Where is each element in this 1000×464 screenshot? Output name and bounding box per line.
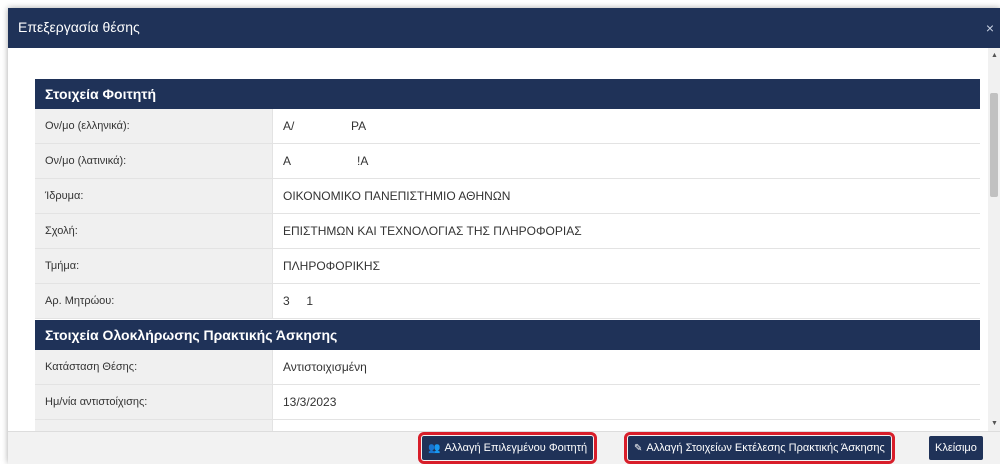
completion-row-partial <box>35 420 980 431</box>
row-value: ΠΛΗΡΟΦΟΡΙΚΗΣ <box>283 259 381 273</box>
completion-row-status: Κατάσταση Θέσης: Αντιστοιχισμένη <box>35 350 980 385</box>
change-selected-student-button[interactable]: 👥 Αλλαγή Επιλεγμένου Φοιτητή <box>417 432 598 464</box>
row-label: Αρ. Μητρώου: <box>35 284 273 318</box>
row-value: 13/3/2023 <box>283 395 337 409</box>
scroll-thumb[interactable] <box>990 93 998 197</box>
row-label: Ον/μο (ελληνικά): <box>35 109 273 143</box>
row-label: Ίδρυμα: <box>35 179 273 213</box>
student-row-department: Τμήμα: ΠΛΗΡΟΦΟΡΙΚΗΣ <box>35 249 980 284</box>
row-label: Τμήμα: <box>35 249 273 283</box>
row-value: Α/ ΡΑ <box>283 119 367 133</box>
close-button[interactable]: Κλείσιμο <box>929 436 983 460</box>
row-value: ΟΙΚΟΝΟΜΙΚΟ ΠΑΝΕΠΙΣΤΗΜΙΟ ΑΘΗΝΩΝ <box>283 189 511 203</box>
row-value: Α !Α <box>283 154 369 168</box>
student-row-name-greek: Ον/μο (ελληνικά): Α/ ΡΑ <box>35 109 980 144</box>
student-row-name-latin: Ον/μο (λατινικά): Α !Α <box>35 144 980 179</box>
dialog-scrollbar[interactable]: ▲ ▼ <box>988 48 1000 431</box>
completion-row-match-date: Ημ/νία αντιστοίχισης: 13/3/2023 <box>35 385 980 420</box>
pencil-icon: ✎ <box>634 443 643 454</box>
student-section-title: Στοιχεία Φοιτητή <box>35 79 980 109</box>
change-selected-student-label: Αλλαγή Επιλεγμένου Φοιτητή <box>444 442 588 454</box>
dialog-header: Επεξεργασία θέσης × <box>8 8 1000 48</box>
dialog-body: Στοιχεία Φοιτητή Ον/μο (ελληνικά): Α/ ΡΑ… <box>8 48 988 431</box>
dialog-footer: 👥 Αλλαγή Επιλεγμένου Φοιτητή ✎ Αλλαγή Στοι… <box>8 431 1000 464</box>
row-value: Αντιστοιχισμένη <box>283 360 367 374</box>
change-execution-details-button[interactable]: ✎ Αλλαγή Στοιχείων Εκτέλεσης Πρακτικής Άσ… <box>624 432 895 464</box>
row-value <box>273 420 980 431</box>
scroll-down-arrow-icon[interactable]: ▼ <box>991 420 998 427</box>
close-icon[interactable]: × <box>986 20 994 36</box>
student-section: Στοιχεία Φοιτητή Ον/μο (ελληνικά): Α/ ΡΑ… <box>35 79 980 319</box>
student-row-registry-number: Αρ. Μητρώου: 3 1 <box>35 284 980 319</box>
edit-position-dialog: Επεξεργασία θέσης × Στοιχεία Φοιτητή Ον/… <box>8 8 1000 464</box>
row-label: Σχολή: <box>35 214 273 248</box>
row-label: Ημ/νία αντιστοίχισης: <box>35 385 273 419</box>
row-label <box>35 420 273 431</box>
completion-section: Στοιχεία Ολοκλήρωσης Πρακτικής Άσκησης Κ… <box>35 320 980 431</box>
scroll-up-arrow-icon[interactable]: ▲ <box>991 52 998 59</box>
row-value: 3 1 <box>283 294 314 308</box>
completion-section-title: Στοιχεία Ολοκλήρωσης Πρακτικής Άσκησης <box>35 320 980 350</box>
row-label: Κατάσταση Θέσης: <box>35 350 273 384</box>
users-icon: 👥 <box>428 443 441 454</box>
row-value: ΕΠΙΣΤΗΜΩΝ ΚΑΙ ΤΕΧΝΟΛΟΓΙΑΣ ΤΗΣ ΠΛΗΡΟΦΟΡΙΑ… <box>283 224 582 238</box>
row-label: Ον/μο (λατινικά): <box>35 144 273 178</box>
student-row-institution: Ίδρυμα: ΟΙΚΟΝΟΜΙΚΟ ΠΑΝΕΠΙΣΤΗΜΙΟ ΑΘΗΝΩΝ <box>35 179 980 214</box>
student-row-school: Σχολή: ΕΠΙΣΤΗΜΩΝ ΚΑΙ ΤΕΧΝΟΛΟΓΙΑΣ ΤΗΣ ΠΛΗ… <box>35 214 980 249</box>
change-execution-details-label: Αλλαγή Στοιχείων Εκτέλεσης Πρακτικής Άσκ… <box>646 442 885 454</box>
dialog-title: Επεξεργασία θέσης <box>18 19 140 35</box>
